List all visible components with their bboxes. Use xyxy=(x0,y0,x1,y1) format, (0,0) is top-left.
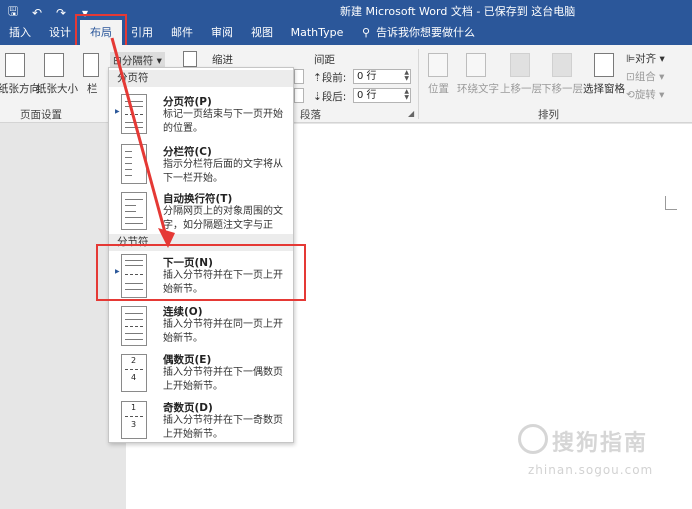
wrap-text-button[interactable]: 环绕文字 xyxy=(457,81,499,96)
menu-item-title: 分页符(P) xyxy=(163,96,212,108)
column-break-icon xyxy=(121,144,147,184)
continuous-icon xyxy=(121,306,147,346)
highlight-next-page xyxy=(96,244,306,301)
tab-references[interactable]: 引用 xyxy=(126,20,158,45)
document-title: 新建 Microsoft Word 文档 - 已保存到 这台电脑 xyxy=(340,5,576,18)
margin-corner-mark xyxy=(665,196,677,210)
send-backward-icon xyxy=(552,53,572,77)
spacing-after-icon: ⇣ xyxy=(313,91,322,103)
spacing-label: 间距 xyxy=(314,54,335,66)
menu-item-column-break[interactable]: 分栏符(C) 指示分栏符后面的文字将从下一栏开始。 xyxy=(109,140,293,190)
undo-icon[interactable]: ↶ xyxy=(30,6,44,20)
chevron-down-icon: ▾ xyxy=(655,71,665,83)
send-backward-button[interactable]: 下移一层 xyxy=(541,81,583,96)
menu-item-odd-page[interactable]: 1 3 奇数页(D) 插入分节符并在下一奇数页上开始新节。 xyxy=(109,398,293,444)
tab-design[interactable]: 设计 xyxy=(44,20,76,45)
menu-item-text-wrapping[interactable]: 自动换行符(T) 分隔网页上的对象周围的文字，如分隔题注文字与正文。 xyxy=(109,188,293,245)
menu-item-title: 奇数页(D) xyxy=(163,402,213,414)
menu-item-title: 连续(O) xyxy=(163,306,203,318)
columns-icon xyxy=(83,53,99,77)
spinner-arrows-icon[interactable]: ▲ ▼ xyxy=(404,89,409,101)
tab-view[interactable]: 视图 xyxy=(246,20,278,45)
watermark-url: zhinan.sogou.com xyxy=(528,463,654,477)
tab-insert[interactable]: 插入 xyxy=(4,20,36,45)
even-page-icon: 2 4 xyxy=(121,354,147,392)
menu-item-desc: 插入分节符并在下一偶数页上开始新节。 xyxy=(163,367,283,392)
menu-item-page-break[interactable]: ▶ 分页符(P) 标记一页结束与下一页开始的位置。 xyxy=(109,90,293,140)
dialog-launcher-icon[interactable]: ◢ xyxy=(408,109,414,118)
tab-review[interactable]: 审阅 xyxy=(206,20,238,45)
chevron-down-icon: ▾ xyxy=(153,55,162,67)
odd-page-icon: 1 3 xyxy=(121,401,147,439)
menu-item-desc: 指示分栏符后面的文字将从下一栏开始。 xyxy=(163,159,283,184)
breaks-label: 分隔符 xyxy=(121,55,154,67)
spacing-before-label: ⇡段前: xyxy=(313,72,347,84)
align-button[interactable]: ⊫对齐 ▾ xyxy=(626,51,665,66)
columns-button[interactable]: 栏 xyxy=(87,81,98,96)
text-wrapping-icon xyxy=(121,192,147,230)
paragraph-group-label: 段落 xyxy=(300,109,321,121)
watermark-text: 搜狗指南 xyxy=(552,431,649,456)
spacing-after-input[interactable]: 0 行 ▲ ▼ xyxy=(353,88,411,103)
selection-pane-icon xyxy=(594,53,614,77)
position-button[interactable]: 位置 xyxy=(428,81,449,96)
spacing-after-label: ⇣段后: xyxy=(313,91,347,103)
menu-item-desc: 标记一页结束与下一页开始的位置。 xyxy=(163,109,283,134)
indent-right-spinner[interactable] xyxy=(294,88,304,103)
position-icon xyxy=(428,53,448,77)
redo-icon[interactable]: ↷ xyxy=(54,6,68,20)
menu-item-even-page[interactable]: 2 4 偶数页(E) 插入分节符并在下一偶数页上开始新节。 xyxy=(109,350,293,398)
rotate-icon: ⟲ xyxy=(626,89,635,101)
orientation-icon xyxy=(5,53,25,77)
size-icon xyxy=(44,53,64,77)
menu-item-title: 分栏符(C) xyxy=(163,146,212,158)
orientation-button[interactable]: 纸张方向 xyxy=(0,81,40,96)
group-separator xyxy=(418,49,419,119)
menu-item-desc: 插入分节符并在同一页上开始新节。 xyxy=(163,319,283,344)
wrap-text-icon xyxy=(466,53,486,77)
page-breaks-header: 分页符 xyxy=(109,70,293,87)
tab-mathtype[interactable]: MathType xyxy=(288,20,346,45)
group-button[interactable]: ⊡组合 ▾ xyxy=(626,69,664,84)
align-icon: ⊫ xyxy=(626,53,636,65)
size-button[interactable]: 纸张大小 xyxy=(36,81,78,96)
page-break-icon xyxy=(121,94,147,134)
indent-left-spinner[interactable] xyxy=(294,69,304,84)
spacing-before-input[interactable]: 0 行 ▲ ▼ xyxy=(353,69,411,84)
page-setup-group-label: 页面设置 xyxy=(20,109,62,121)
bring-forward-icon xyxy=(510,53,530,77)
menu-item-continuous[interactable]: 连续(O) 插入分节符并在同一页上开始新节。 xyxy=(109,302,293,350)
chevron-down-icon: ▾ xyxy=(656,53,665,65)
selection-pane-button[interactable]: 选择窗格 xyxy=(583,81,625,96)
menu-item-desc: 插入分节符并在下一奇数页上开始新节。 xyxy=(163,415,283,440)
arrange-group-label: 排列 xyxy=(538,109,559,121)
chevron-down-icon: ▾ xyxy=(655,89,665,101)
rotate-button[interactable]: ⟲旋转 ▾ xyxy=(626,87,664,102)
pointer-icon: ▶ xyxy=(115,108,120,115)
group-icon: ⊡ xyxy=(626,71,635,83)
menu-item-title: 自动换行符(T) xyxy=(163,193,233,205)
tell-me-text: 告诉我你想要做什么 xyxy=(376,26,476,39)
indent-icon xyxy=(183,51,197,67)
breaks-icon: ⊟ xyxy=(113,55,122,67)
spacing-before-icon: ⇡ xyxy=(313,72,322,84)
indent-label: 缩进 xyxy=(212,54,233,66)
sogou-logo-icon xyxy=(518,424,548,454)
menu-item-title: 偶数页(E) xyxy=(163,354,212,366)
tell-me-box[interactable]: ⚲ 告诉我你想要做什么 xyxy=(362,20,475,45)
spinner-arrows-icon[interactable]: ▲ ▼ xyxy=(404,70,409,82)
ribbon: 纸张方向 纸张大小 栏 ⊟分隔符 ▾ 页面设置 缩进 间距 ⇡段前: 0 行 ▲ ▼… xyxy=(0,45,692,123)
bring-forward-button[interactable]: 上移一层 xyxy=(500,81,542,96)
tab-mailings[interactable]: 邮件 xyxy=(166,20,198,45)
search-icon: ⚲ xyxy=(362,26,371,39)
